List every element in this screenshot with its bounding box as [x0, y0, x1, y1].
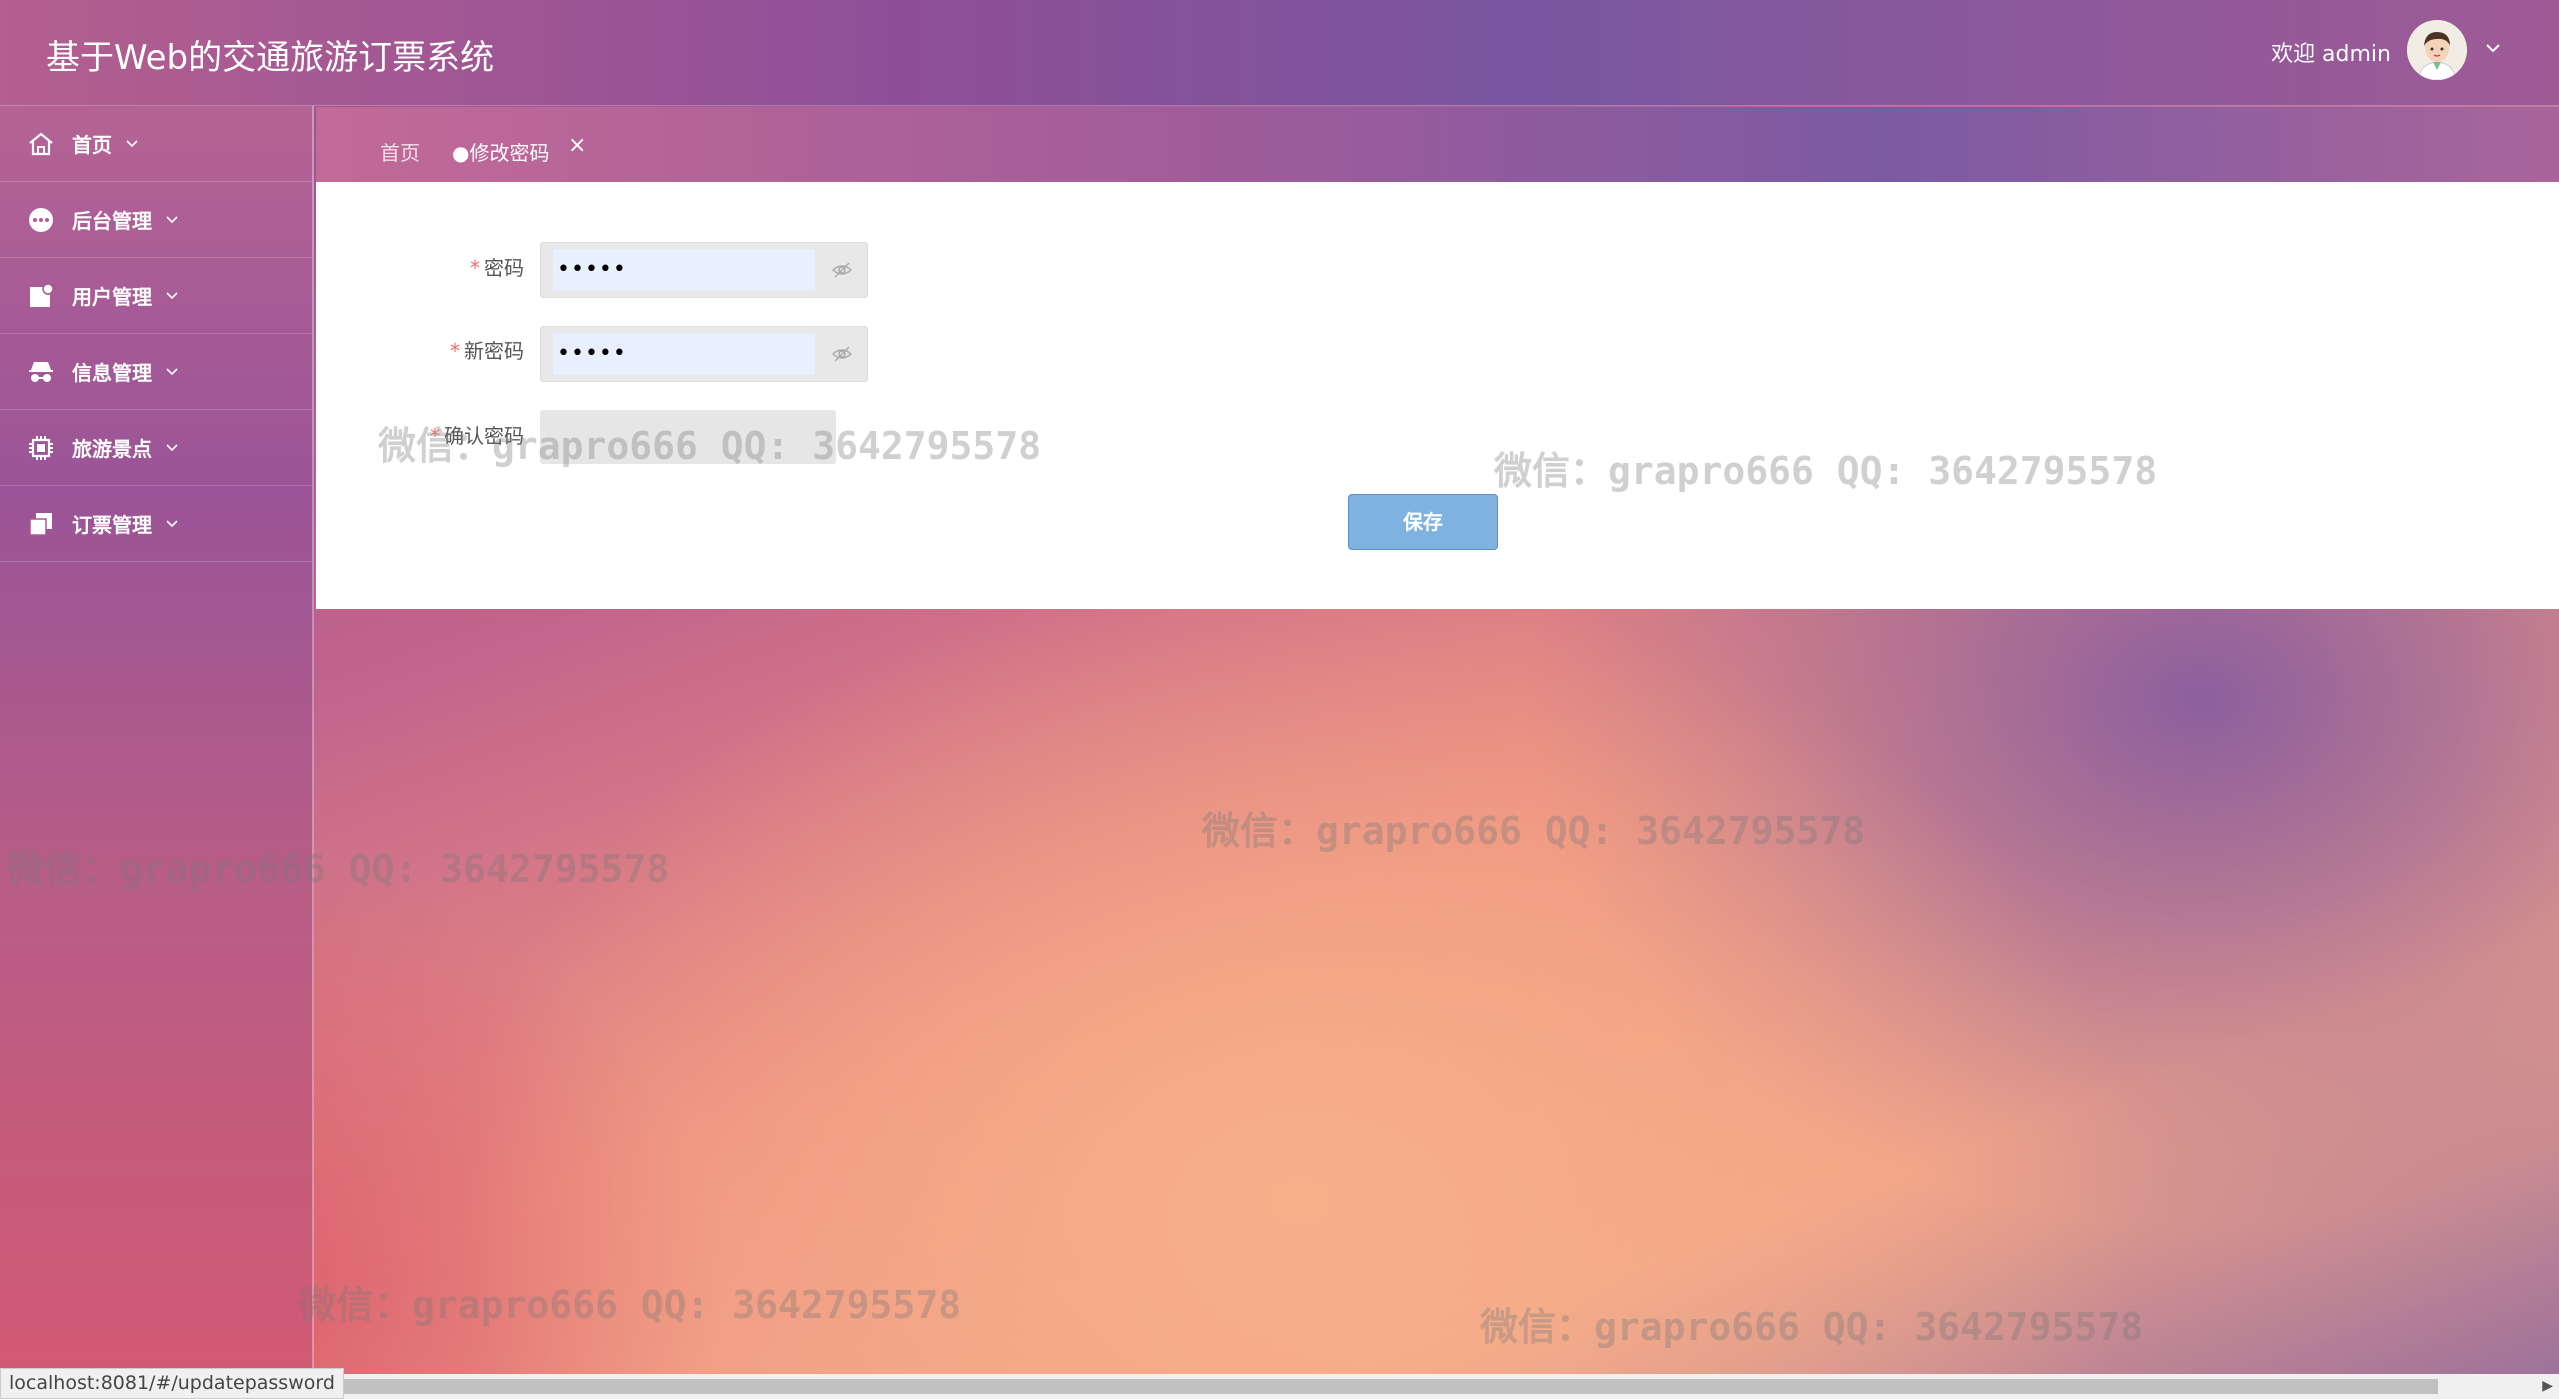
- required-mark: *: [450, 339, 460, 363]
- avatar[interactable]: [2407, 20, 2467, 80]
- user-card-icon: [30, 282, 54, 307]
- top-header: 基于Web的交通旅游订票系统 欢迎 admin: [0, 0, 2559, 106]
- password-field[interactable]: •••••: [540, 242, 868, 298]
- new-password-label: * 新密码: [450, 339, 524, 363]
- sidebar-item-label: 后台管理: [72, 209, 152, 233]
- password-label: * 密码: [470, 256, 524, 280]
- chevron-down-icon[interactable]: [2483, 38, 2503, 58]
- incognito-icon: [29, 361, 53, 382]
- sidebar-item-label: 订票管理: [72, 513, 152, 537]
- chevron-down-icon: [166, 519, 178, 527]
- sidebar-item-label: 用户管理: [72, 285, 152, 309]
- watermark-text: 微信：grapro666 QQ: 3642795578: [298, 1283, 962, 1327]
- sidebar-item-label: 旅游景点: [72, 437, 152, 461]
- tab-home[interactable]: 首页: [380, 137, 420, 166]
- tab-change-password[interactable]: ●修改密码: [452, 137, 549, 166]
- app-title: 基于Web的交通旅游订票系统: [46, 38, 495, 78]
- new-password-field[interactable]: •••••: [540, 326, 868, 382]
- sidebar-item-home[interactable]: 首页: [0, 106, 312, 182]
- sidebar-item-scenic[interactable]: 旅游景点: [0, 410, 312, 486]
- required-mark: *: [470, 256, 480, 280]
- save-button[interactable]: 保存: [1348, 494, 1498, 550]
- scroll-right-arrow-icon[interactable]: ▶: [2542, 1378, 2553, 1394]
- eye-hidden-icon[interactable]: [831, 343, 853, 365]
- tab-bar: 首页 ●修改密码 ×: [316, 107, 2559, 182]
- sidebar-item-label: 信息管理: [72, 361, 152, 385]
- sidebar-item-label: 首页: [72, 133, 112, 157]
- sidebar-item-backend[interactable]: 后台管理: [0, 182, 312, 258]
- tab-close-button[interactable]: ×: [568, 133, 586, 158]
- password-form-panel: * 密码 ••••• * 新密码 ••••• * 确认密码 保存: [316, 182, 2559, 609]
- chevron-down-icon: [166, 291, 178, 299]
- watermark-text: 微信：grapro666 QQ: 3642795578: [378, 424, 1042, 468]
- user-avatar-icon: [2407, 20, 2467, 80]
- watermark-text: 微信：grapro666 QQ: 3642795578: [1480, 1305, 2144, 1349]
- status-url: localhost:8081/#/updatepassword: [0, 1368, 344, 1399]
- home-icon: [29, 132, 53, 155]
- watermark-text: 微信：grapro666 QQ: 3642795578: [1202, 809, 1866, 853]
- welcome-text: 欢迎 admin: [2271, 42, 2391, 67]
- watermark-text: 微信：grapro666 QQ: 3642795578: [1494, 449, 2158, 493]
- password-input[interactable]: •••••: [553, 249, 815, 291]
- eye-hidden-icon[interactable]: [831, 259, 853, 281]
- chevron-down-icon: [126, 139, 138, 147]
- horizontal-scrollbar[interactable]: ◀ ▶: [316, 1374, 2559, 1399]
- sidebar-item-users[interactable]: 用户管理: [0, 258, 312, 334]
- scrollbar-thumb[interactable]: [338, 1379, 2438, 1394]
- copy-icon: [29, 512, 52, 536]
- chevron-down-icon: [166, 215, 178, 223]
- sidebar: 首页 后台管理 用户管理 信息管理 旅游景点 订票管理: [0, 106, 314, 1399]
- chevron-down-icon: [166, 443, 178, 451]
- more-circle-icon: [29, 207, 53, 232]
- cpu-chip-icon: [29, 435, 53, 460]
- chevron-down-icon: [166, 367, 178, 375]
- sidebar-item-info[interactable]: 信息管理: [0, 334, 312, 410]
- new-password-input[interactable]: •••••: [553, 333, 815, 375]
- sidebar-item-tickets[interactable]: 订票管理: [0, 486, 312, 562]
- watermark-text: 微信：grapro666 QQ: 3642795578: [6, 847, 670, 891]
